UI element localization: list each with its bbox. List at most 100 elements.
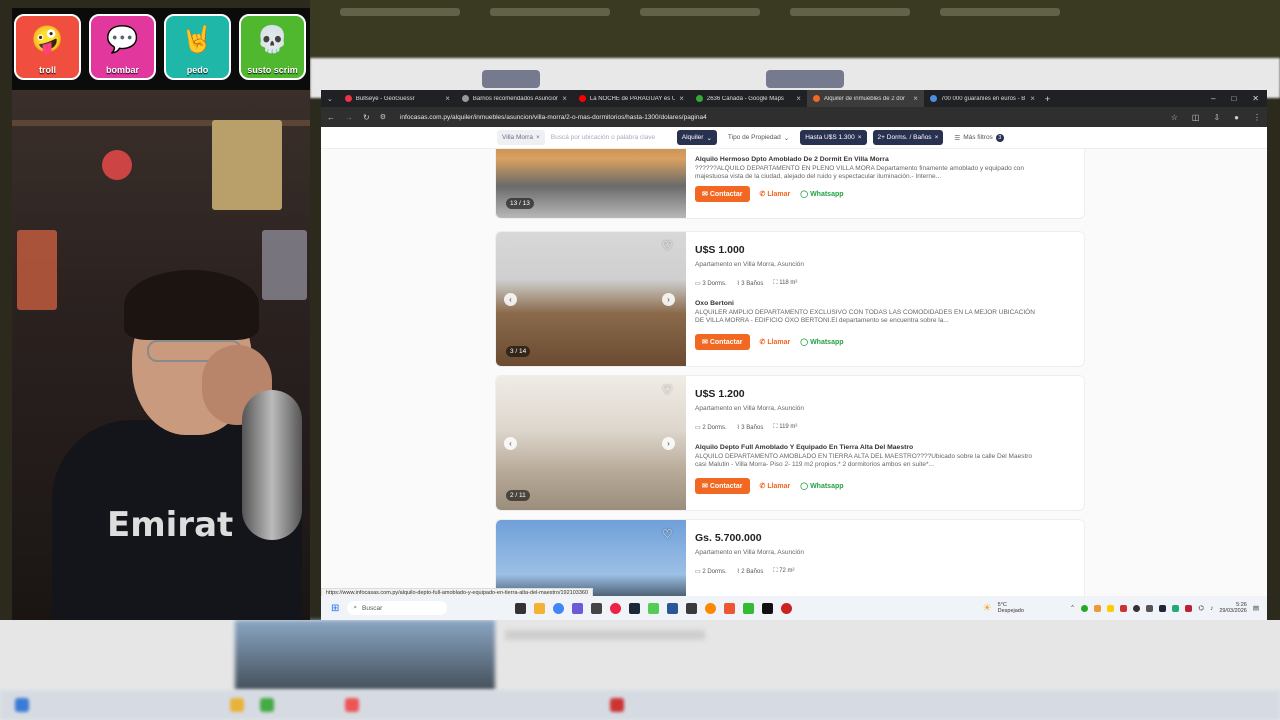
tab-geoguessr[interactable]: Bullseye - GeoGuessr × (339, 90, 456, 107)
window-close-icon[interactable]: ✕ (1252, 94, 1259, 103)
tab-currency[interactable]: 700 000 guaraníes en euros - B × (924, 90, 1041, 107)
photoshop-icon[interactable] (667, 602, 679, 614)
tray-icon[interactable] (1107, 604, 1115, 612)
app-icon[interactable] (781, 602, 793, 614)
clock[interactable]: 5:26 29/03/2026 (1219, 602, 1247, 615)
close-icon[interactable]: × (796, 94, 801, 103)
back-icon[interactable]: ← (327, 113, 335, 122)
whatsapp-button[interactable]: ◯ Whatsapp (800, 338, 843, 346)
weather-widget[interactable]: 5°C Despejado (998, 602, 1024, 615)
price-chip[interactable]: Hasta U$S 1.300 × (800, 130, 867, 145)
listing-card[interactable]: 13 / 13 Alquilo Hermoso Dpto Amoblado De… (495, 149, 1085, 219)
extensions-icon[interactable]: ◫ (1192, 113, 1200, 122)
chrome-icon[interactable] (553, 602, 565, 614)
listing-price[interactable]: U$S 1.000 (695, 244, 745, 256)
chevron-right-icon[interactable]: › (662, 293, 675, 306)
heart-icon[interactable]: ♡ (662, 383, 673, 397)
tray-chevron-icon[interactable]: ⌃ (1070, 604, 1075, 612)
location-search-input[interactable]: Buscá por ubicación o palabra clave (551, 134, 671, 141)
tray-icon[interactable] (1120, 604, 1128, 612)
chevron-left-icon[interactable]: ‹ (504, 293, 517, 306)
new-tab-button[interactable]: + (1045, 94, 1050, 104)
close-icon[interactable]: × (536, 134, 540, 141)
contact-button[interactable]: ✉ Contactar (695, 478, 750, 494)
rooms-chip[interactable]: 2+ Dorms. / Baños × (872, 130, 944, 145)
call-button[interactable]: ✆ Llamar (760, 338, 791, 346)
tray-icon[interactable] (1172, 604, 1180, 612)
chevron-left-icon[interactable]: ‹ (504, 437, 517, 450)
downloads-icon[interactable]: ⇩ (1213, 113, 1220, 122)
tray-icon[interactable] (1146, 604, 1154, 612)
whatsapp-button[interactable]: ◯ Whatsapp (800, 482, 843, 490)
heart-icon[interactable]: ♡ (662, 239, 673, 253)
maximize-icon[interactable]: □ (1231, 94, 1236, 103)
contact-button[interactable]: ✉ Contactar (695, 334, 750, 350)
sound-button-susto-scrim[interactable]: 💀 susto scrim (239, 14, 306, 80)
chevron-right-icon[interactable]: › (662, 437, 675, 450)
app-icon[interactable] (610, 602, 622, 614)
listing-price[interactable]: U$S 1.200 (695, 388, 745, 400)
listing-card[interactable]: ‹ › ♡ 2 / 11 U$S 1.200 Apartamento en Vi… (495, 375, 1085, 511)
windows-start-icon[interactable]: ⊞ (331, 603, 339, 614)
listing-title[interactable]: Oxo Bertoni (695, 300, 734, 307)
listing-title[interactable]: Alquilo Depto Full Amoblado Y Equipado E… (695, 444, 913, 451)
profile-icon[interactable]: ● (1234, 113, 1239, 122)
close-icon[interactable]: × (1030, 94, 1035, 103)
close-icon[interactable]: × (445, 94, 450, 103)
listing-price[interactable]: Gs. 5.700.000 (695, 532, 762, 544)
bookmark-star-icon[interactable]: ☆ (1171, 113, 1178, 122)
tab-barrios[interactable]: Barrios recomendados Asunción × (456, 90, 573, 107)
sound-button-bombar[interactable]: 💬 bombar (89, 14, 156, 80)
tab-infocasas[interactable]: Alquiler de inmuebles de 2 dor × (806, 90, 924, 107)
obs-icon[interactable] (591, 602, 603, 614)
tray-icon[interactable] (1133, 604, 1141, 612)
discord-icon[interactable] (572, 602, 584, 614)
app-icon[interactable] (686, 602, 698, 614)
task-view-icon[interactable] (515, 602, 527, 614)
operation-dropdown[interactable]: Alquiler ⌄ (676, 130, 717, 145)
volume-icon[interactable]: ♪ (1210, 605, 1213, 612)
tray-icon[interactable] (1185, 604, 1193, 612)
listing-photo[interactable] (496, 520, 686, 596)
app-icon[interactable] (705, 602, 717, 614)
heart-icon[interactable]: ♡ (662, 527, 673, 541)
call-button[interactable]: ✆ Llamar (760, 190, 791, 198)
contact-button[interactable]: ✉ Contactar (695, 186, 750, 202)
taskbar-search[interactable]: ⌕ Buscar (347, 601, 448, 615)
tray-icon[interactable] (1081, 604, 1089, 612)
file-explorer-icon[interactable] (534, 602, 546, 614)
close-icon[interactable]: × (935, 134, 939, 141)
forward-icon[interactable]: → (345, 113, 353, 122)
app-icon[interactable] (743, 602, 755, 614)
listing-title[interactable]: Alquilo Hermoso Dpto Amoblado De 2 Dormi… (695, 156, 889, 163)
close-icon[interactable]: × (913, 94, 918, 103)
location-chip[interactable]: Villa Morra × (497, 130, 545, 145)
listing-card[interactable]: ♡ Gs. 5.700.000 Apartamento en Villa Mor… (495, 519, 1085, 596)
tiktok-icon[interactable] (762, 602, 774, 614)
app-icon[interactable] (648, 602, 660, 614)
notification-icon[interactable]: ▤ (1253, 604, 1259, 612)
tray-icon[interactable] (1094, 604, 1102, 612)
call-button[interactable]: ✆ Llamar (760, 482, 791, 490)
more-filters-button[interactable]: ☰ Más filtros 3 (949, 130, 1008, 145)
tab-youtube[interactable]: La NOCHE de PARAGUAY es UN × (573, 90, 690, 107)
tray-icon[interactable] (1159, 604, 1167, 612)
steam-icon[interactable] (629, 602, 641, 614)
url-input[interactable]: infocasas.com.py/alquiler/inmuebles/asun… (395, 110, 1161, 124)
close-icon[interactable]: × (858, 134, 862, 141)
app-icon[interactable] (724, 602, 736, 614)
site-info-icon[interactable]: ⚙ (380, 113, 386, 121)
reload-icon[interactable]: ↻ (363, 113, 370, 122)
menu-icon[interactable]: ⋮ (1253, 113, 1261, 122)
network-icon[interactable]: ⌬ (1198, 604, 1204, 612)
tab-search-icon[interactable]: ⌄ (327, 95, 333, 103)
close-icon[interactable]: × (562, 94, 567, 103)
listing-card[interactable]: ‹ › ♡ 3 / 14 U$S 1.000 Apartamento en Vi… (495, 231, 1085, 367)
sound-button-troll[interactable]: 🤪 troll (14, 14, 81, 80)
tab-google-maps[interactable]: 2636 Cañada - Google Maps × (690, 90, 807, 107)
sound-button-pedo[interactable]: 🤘 pedo (164, 14, 231, 80)
property-type-dropdown[interactable]: Tipo de Propiedad ⌄ (723, 130, 794, 145)
whatsapp-button[interactable]: ◯ Whatsapp (800, 190, 843, 198)
minimize-icon[interactable]: – (1211, 94, 1215, 103)
close-icon[interactable]: × (679, 94, 684, 103)
